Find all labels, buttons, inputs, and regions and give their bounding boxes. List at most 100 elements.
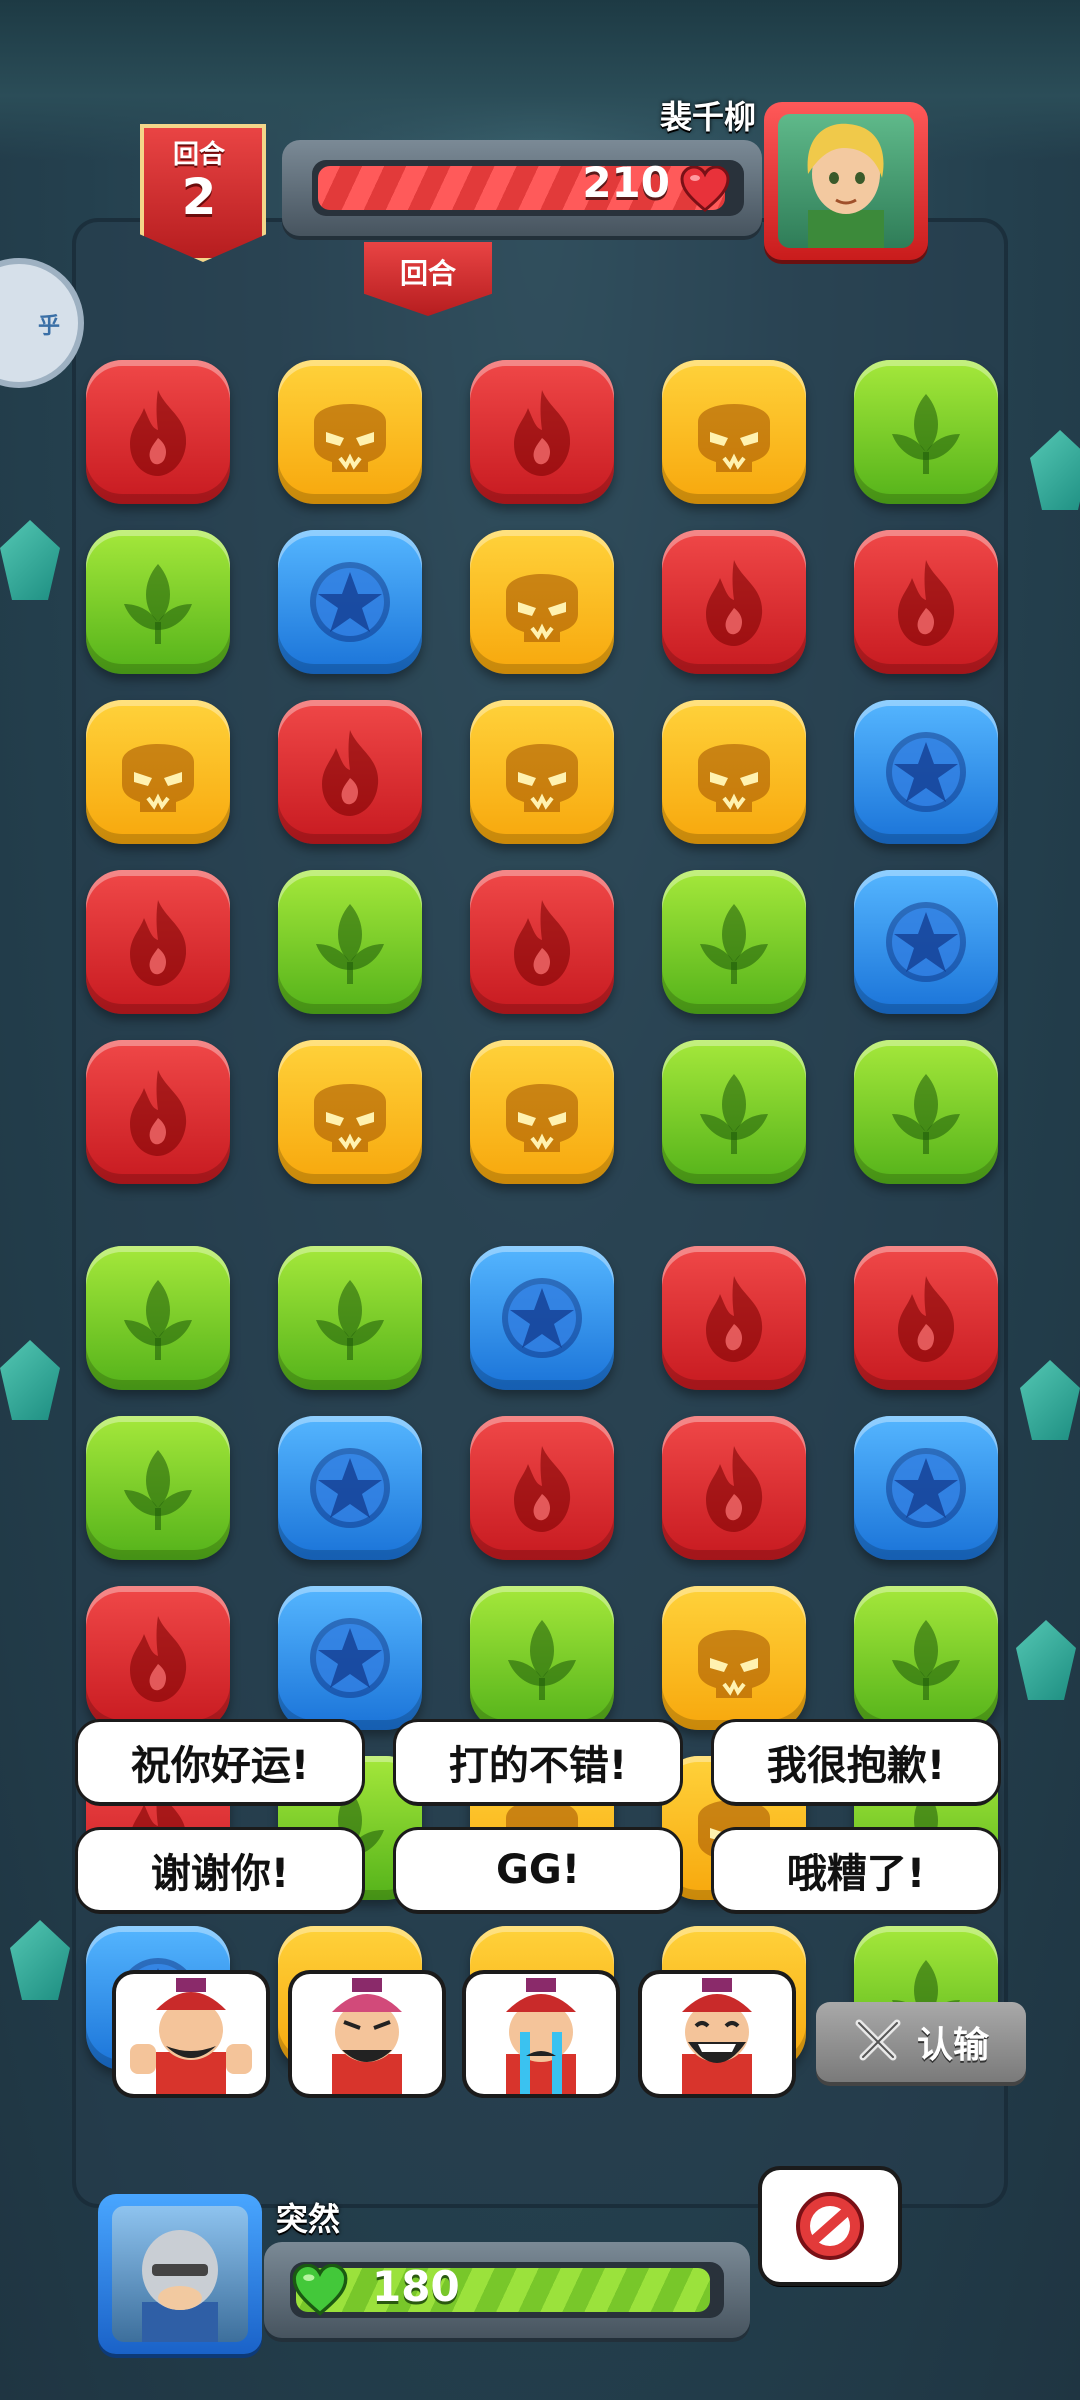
opponent-hp-value: 210 [582, 158, 670, 207]
star-tile[interactable] [278, 530, 422, 674]
fire-tile[interactable] [86, 1586, 230, 1730]
leaf-icon [700, 904, 768, 984]
fire-tile[interactable] [278, 700, 422, 844]
fire-tile[interactable] [86, 360, 230, 504]
player-portrait[interactable] [98, 2194, 262, 2354]
mute-chat-button[interactable] [762, 2170, 898, 2282]
star-icon [886, 732, 966, 812]
flame-icon [898, 560, 955, 646]
skull-tile[interactable] [278, 1040, 422, 1184]
leaf-tile[interactable] [854, 1040, 998, 1184]
round-number: 2 [181, 168, 217, 226]
opponent-name: 裴千柳 [659, 98, 756, 136]
chat-phrase-button[interactable]: 谢谢你! [78, 1830, 362, 1910]
no-entry-icon [796, 2192, 864, 2260]
star-icon [886, 1448, 966, 1528]
fire-tile[interactable] [854, 530, 998, 674]
star-tile[interactable] [278, 1416, 422, 1560]
round-tab-label: 回合 [399, 257, 456, 290]
star-tile[interactable] [854, 1416, 998, 1560]
skull-tile[interactable] [470, 530, 614, 674]
flame-icon [322, 730, 379, 816]
player-hp-fill [296, 2268, 710, 2312]
leaf-tile[interactable] [854, 1586, 998, 1730]
opponent-portrait[interactable] [764, 102, 928, 260]
fire-tile[interactable] [662, 1416, 806, 1560]
leaf-tile[interactable] [854, 360, 998, 504]
star-icon [310, 1618, 390, 1698]
leaf-tile[interactable] [278, 1246, 422, 1390]
leaf-icon [124, 1450, 192, 1530]
star-icon [886, 902, 966, 982]
skull-tile[interactable] [86, 700, 230, 844]
flame-icon [706, 1276, 763, 1362]
flame-icon [898, 1276, 955, 1362]
leaf-icon [700, 1074, 768, 1154]
skull-tile[interactable] [662, 700, 806, 844]
skull-tile[interactable] [662, 1586, 806, 1730]
surrender-label: 认输 [916, 2025, 989, 2066]
leaf-tile[interactable] [662, 1040, 806, 1184]
angry-king-emote[interactable] [292, 1974, 442, 2094]
skull-icon [314, 404, 386, 472]
laughing-king-emote[interactable] [642, 1974, 792, 2094]
player-hp-value: 180 [372, 2262, 460, 2311]
star-tile[interactable] [470, 1246, 614, 1390]
skull-tile[interactable] [470, 1040, 614, 1184]
leaf-tile[interactable] [662, 870, 806, 1014]
skull-tile[interactable] [662, 360, 806, 504]
star-icon [502, 1278, 582, 1358]
skull-icon [698, 744, 770, 812]
fire-tile[interactable] [470, 360, 614, 504]
star-icon [310, 1448, 390, 1528]
leaf-tile[interactable] [470, 1586, 614, 1730]
fire-tile[interactable] [86, 1040, 230, 1184]
surrender-button[interactable]: 认输 [816, 2002, 1026, 2082]
chat-phrase-button[interactable]: 打的不错! [396, 1722, 680, 1802]
round-badge-content: 回合 2 [144, 128, 254, 250]
chat-phrase-button[interactable]: GG! [396, 1830, 680, 1910]
fire-tile[interactable] [662, 1246, 806, 1390]
crying-king-emote[interactable] [466, 1974, 616, 2094]
skull-icon [698, 404, 770, 472]
leaf-icon [892, 394, 960, 474]
leaf-tile[interactable] [86, 1416, 230, 1560]
fire-tile[interactable] [86, 870, 230, 1014]
chat-phrase-button[interactable]: 我很抱歉! [714, 1722, 998, 1802]
fire-tile[interactable] [662, 530, 806, 674]
opponent-avatar [778, 114, 914, 248]
leaf-icon [892, 1074, 960, 1154]
flame-icon [706, 1446, 763, 1532]
leaf-icon [508, 1620, 576, 1700]
leaf-icon [892, 1620, 960, 1700]
skull-icon [698, 1630, 770, 1698]
flame-icon [130, 1616, 187, 1702]
leaf-tile[interactable] [86, 530, 230, 674]
chat-phrase-button[interactable]: 祝你好运! [78, 1722, 362, 1802]
leaf-tile[interactable] [278, 870, 422, 1014]
skull-icon [506, 744, 578, 812]
fire-tile[interactable] [470, 1416, 614, 1560]
star-tile[interactable] [854, 870, 998, 1014]
skull-icon [506, 574, 578, 642]
fire-tile[interactable] [854, 1246, 998, 1390]
skull-icon [506, 1084, 578, 1152]
leaf-tile[interactable] [86, 1246, 230, 1390]
flame-icon [514, 900, 571, 986]
heart-icon [680, 166, 730, 212]
round-label: 回合 [172, 140, 225, 170]
leaf-icon [124, 564, 192, 644]
star-tile[interactable] [278, 1586, 422, 1730]
skull-tile[interactable] [278, 360, 422, 504]
skull-tile[interactable] [470, 700, 614, 844]
chat-phrase-button[interactable]: 哦糟了! [714, 1830, 998, 1910]
flame-icon [130, 1070, 187, 1156]
fire-tile[interactable] [470, 870, 614, 1014]
flame-icon [514, 390, 571, 476]
crossed-swords-icon [855, 2019, 901, 2061]
flame-icon [130, 390, 187, 476]
thumbs-up-king-emote[interactable] [116, 1974, 266, 2094]
player-avatar [112, 2206, 248, 2342]
skull-icon [122, 744, 194, 812]
star-tile[interactable] [854, 700, 998, 844]
